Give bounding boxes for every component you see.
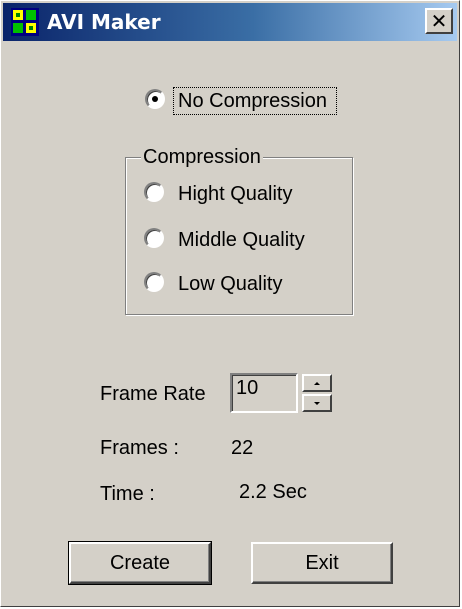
frame-rate-increment-button[interactable] bbox=[302, 374, 332, 392]
close-button[interactable]: ✕ bbox=[425, 8, 453, 34]
frame-rate-decrement-button[interactable] bbox=[302, 394, 332, 412]
low-quality-label[interactable]: Low Quality bbox=[178, 272, 283, 296]
chevron-up-icon bbox=[314, 381, 320, 385]
close-icon: ✕ bbox=[430, 9, 448, 33]
frame-rate-label: Frame Rate bbox=[100, 383, 206, 405]
middle-quality-label[interactable]: Middle Quality bbox=[178, 228, 305, 252]
high-quality-label[interactable]: Hight Quality bbox=[178, 182, 293, 206]
no-compression-radio[interactable] bbox=[145, 89, 165, 109]
exit-button[interactable]: Exit bbox=[251, 542, 393, 584]
create-button[interactable]: Create bbox=[68, 541, 212, 585]
middle-quality-radio[interactable] bbox=[144, 228, 164, 248]
title-bar[interactable]: AVI Maker ✕ bbox=[3, 3, 457, 41]
time-value: 2.2 Sec bbox=[239, 481, 307, 503]
frame-rate-input[interactable]: 10 bbox=[230, 373, 298, 413]
low-quality-radio[interactable] bbox=[144, 272, 164, 292]
compression-group-label: Compression bbox=[141, 146, 263, 168]
film-frames-icon bbox=[11, 8, 39, 36]
time-label: Time : bbox=[100, 483, 155, 505]
frames-value: 22 bbox=[231, 437, 254, 459]
window-title: AVI Maker bbox=[47, 10, 161, 34]
high-quality-radio[interactable] bbox=[144, 182, 164, 202]
chevron-down-icon bbox=[314, 401, 320, 405]
no-compression-label[interactable]: No Compression bbox=[178, 89, 327, 113]
frames-label: Frames : bbox=[100, 437, 179, 459]
avi-maker-window: AVI Maker ✕ No Compression Compression H… bbox=[0, 0, 460, 607]
